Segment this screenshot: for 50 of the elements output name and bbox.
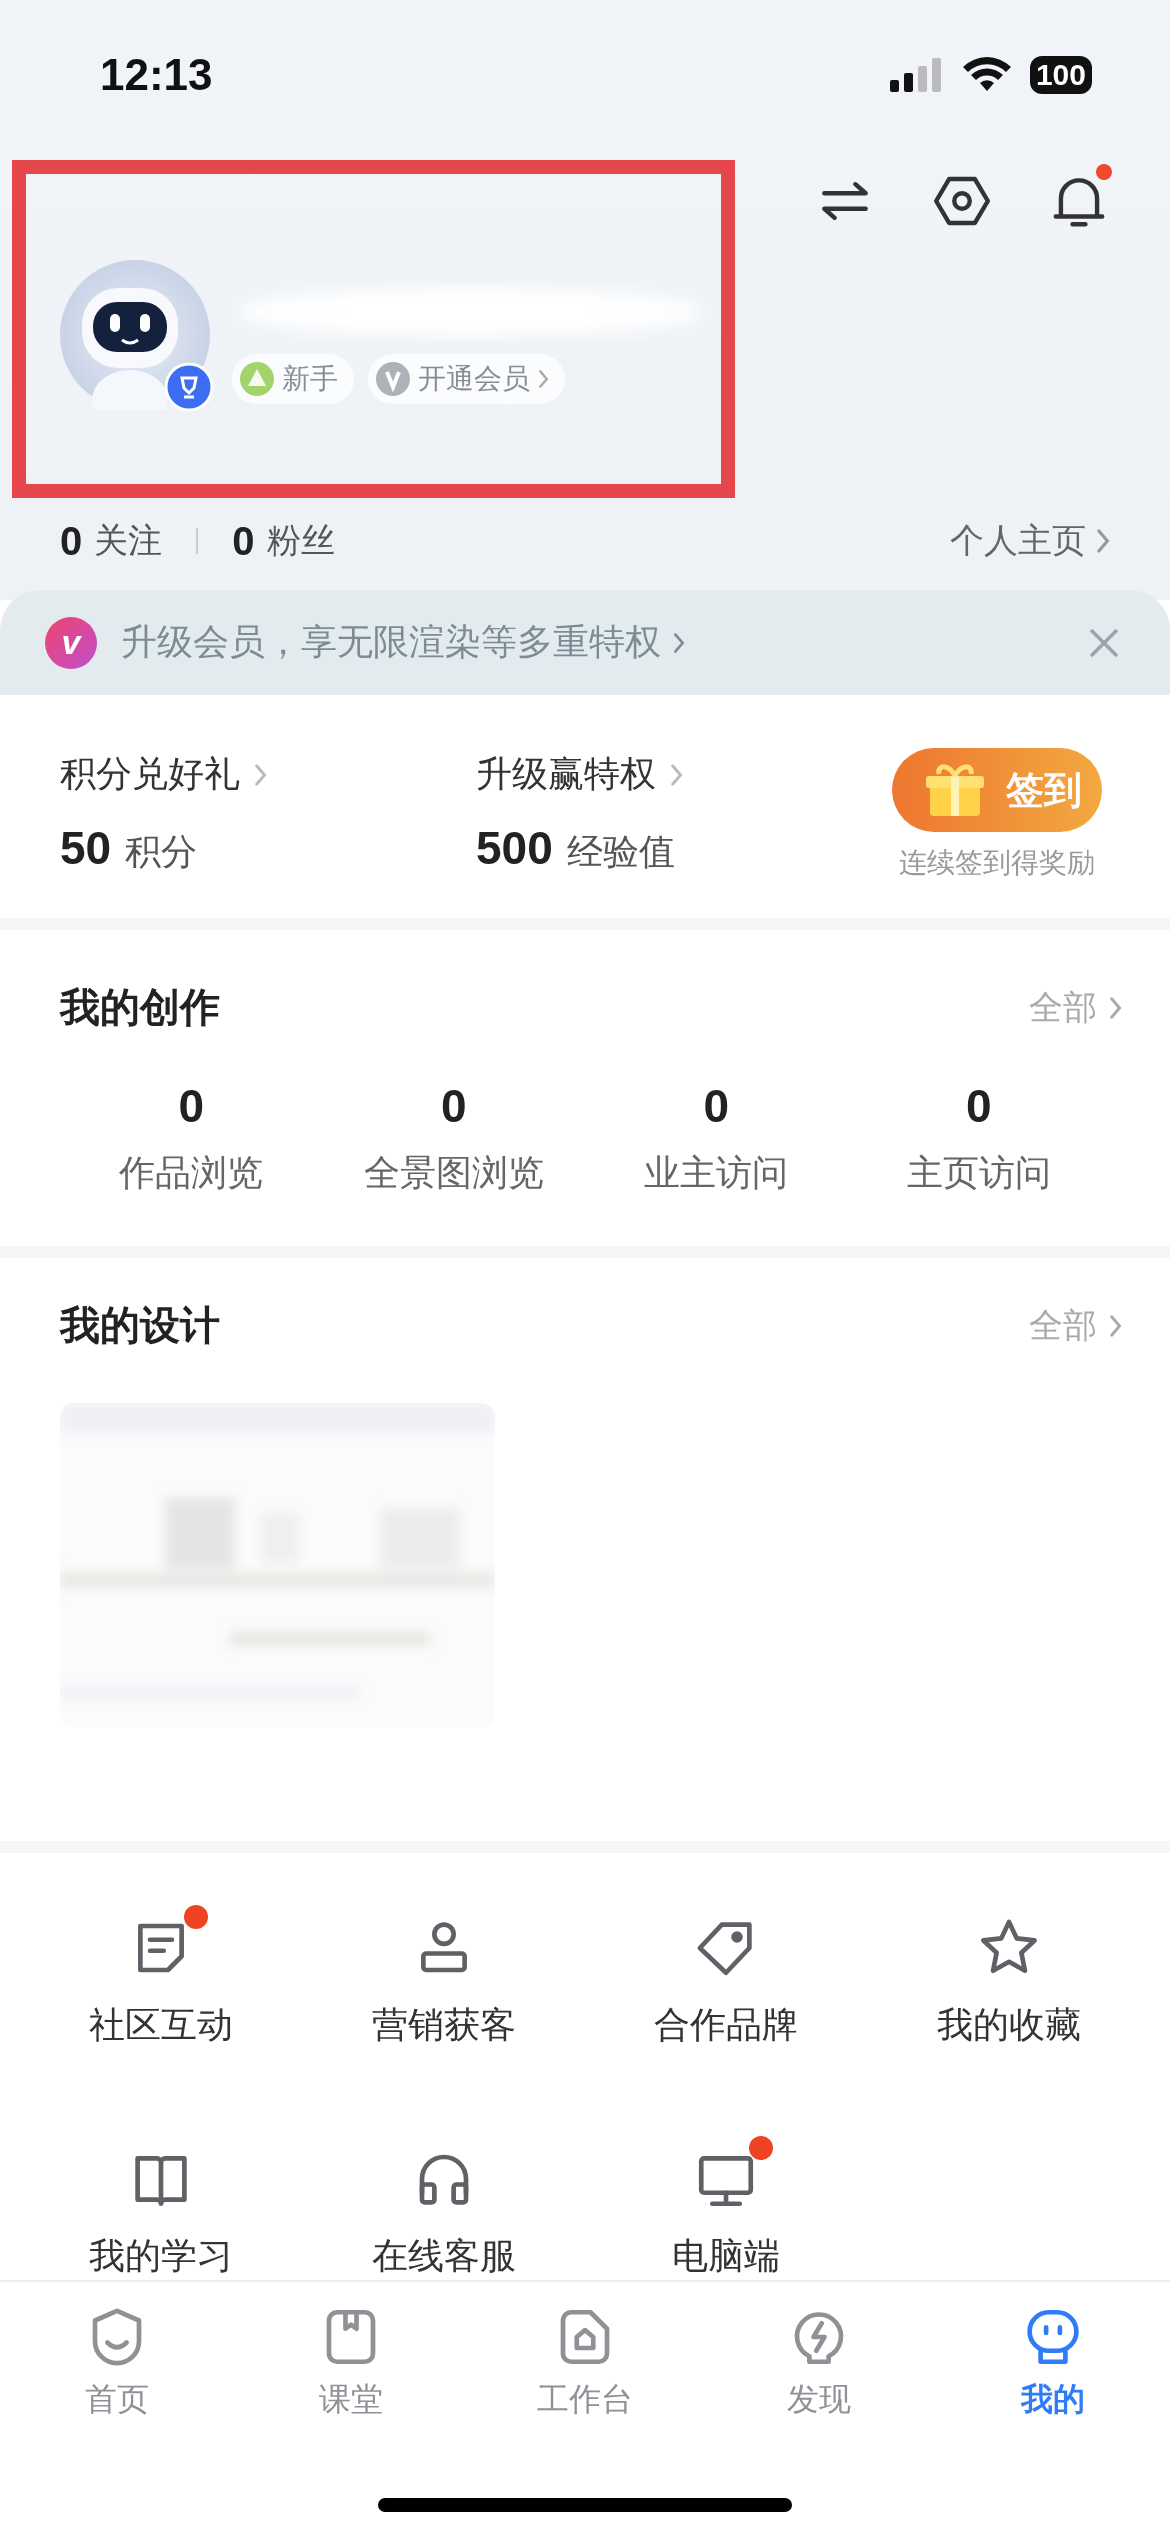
points-value: 50 积分 [60,821,199,876]
stat-label: 作品浏览 [119,1151,264,1195]
robot-avatar[interactable] [60,260,210,410]
stat-value: 0 [178,1079,205,1133]
tool-item[interactable]: 社区互动 [20,1899,303,2050]
section-title: 我的创作 [60,983,220,1032]
homepage-link[interactable]: 个人主页 [949,518,1110,564]
chevron-icon [254,762,268,787]
follow-label[interactable]: 关注 [94,518,163,564]
follow-count: 0 [232,518,255,564]
member-badge[interactable]: 新手 [232,354,354,404]
tool-item[interactable]: 我的收藏 [867,1899,1150,2050]
chevron-icon [1108,1313,1122,1338]
member-badge[interactable]: 开通会员 [368,354,565,404]
chevron-icon [1108,995,1122,1020]
upgrade-link[interactable]: 升级会员，享无限渲染等多重特权 [121,618,686,667]
chevron-icon [673,631,686,654]
triangle-level-icon [240,362,274,396]
follow-count: 0 [60,518,83,564]
tool-item[interactable]: 在线客服 [302,2130,585,2281]
stat-value: 0 [440,1079,467,1133]
vip-level-icon [376,362,410,396]
section-title: 我的设计 [60,1301,220,1350]
stat-label: 主页访问 [906,1151,1051,1195]
tab[interactable]: 工作台 [468,2304,702,2422]
tab[interactable]: 首页 [0,2304,234,2422]
stat-value: 0 [965,1079,992,1133]
tool-item[interactable]: 我的学习 [20,2130,303,2281]
battery-indicator: 100 [1029,56,1092,94]
chevron-icon [1095,528,1110,554]
tool-item[interactable]: 合作品牌 [585,1899,868,2050]
vip-logo: v [45,616,97,669]
tool-item[interactable]: 电脑端 [585,2130,868,2281]
wifi-icon [961,57,1012,93]
tab[interactable]: 课堂 [234,2304,468,2422]
checkin-caption: 连续签到得奖励 [899,845,1095,881]
tab[interactable]: 发现 [702,2304,936,2422]
follow-label[interactable]: 粉丝 [266,518,335,564]
tab[interactable]: 我的 [936,2304,1170,2422]
gift-icon [924,762,986,818]
clock-time: 12:13 [100,50,213,100]
stat-label: 全景图浏览 [363,1151,544,1195]
points-link[interactable]: 升级赢特权 [476,750,892,799]
stat-value: 0 [703,1079,730,1133]
points-link[interactable]: 积分兑好礼 [60,750,476,799]
points-value: 500 经验值 [476,821,676,876]
tool-item[interactable]: 营销获客 [302,1899,585,2050]
signal-icon [889,58,944,92]
chevron-icon [670,762,684,787]
stat-label: 业主访问 [644,1151,789,1195]
